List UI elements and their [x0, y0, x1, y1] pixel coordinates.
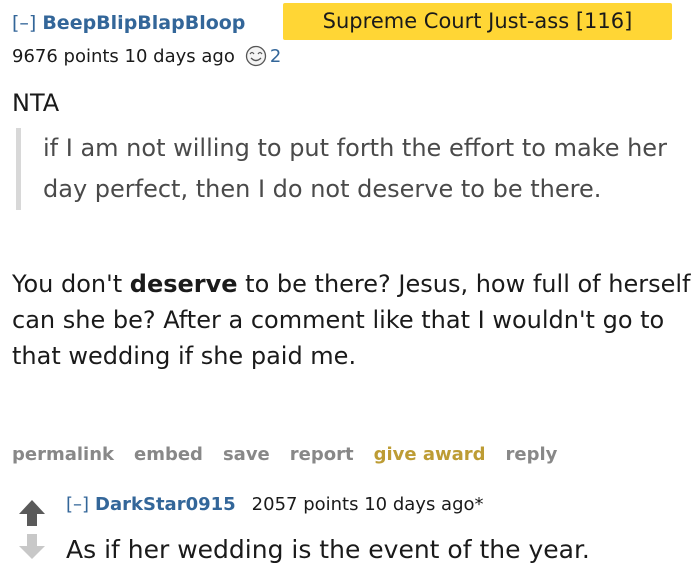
reply-author[interactable]: DarkStar0915	[95, 494, 236, 515]
reply-tagline: [–] DarkStar0915 2057 points 10 days ago…	[66, 494, 484, 515]
award-count[interactable]: 2	[270, 46, 281, 67]
blockquote: if I am not willing to put forth the eff…	[16, 128, 676, 210]
comment-author[interactable]: BeepBlipBlapBloop	[42, 12, 245, 34]
award-face-icon[interactable]	[245, 45, 267, 67]
comment-body: You don't deserve to be there? Jesus, ho…	[12, 266, 700, 374]
collapse-toggle[interactable]: [–]	[12, 12, 36, 34]
vote-arrows	[17, 498, 47, 564]
reply-comment: [–] DarkStar0915 2057 points 10 days ago…	[0, 490, 700, 575]
embed-link[interactable]: embed	[134, 444, 203, 465]
user-flair: Supreme Court Just-ass [116]	[283, 3, 672, 40]
permalink-link[interactable]: permalink	[12, 444, 114, 465]
comment-tagline: [–] BeepBlipBlapBloop	[12, 8, 245, 38]
comment-opening: NTA	[12, 89, 60, 117]
give-award-link[interactable]: give award	[374, 444, 486, 465]
body-bold-word: deserve	[129, 270, 238, 298]
comment-meta: 9676 points 10 days ago 2	[12, 44, 281, 68]
reply-collapse-toggle[interactable]: [–]	[66, 494, 89, 515]
score-and-age: 9676 points 10 days ago	[12, 45, 235, 67]
save-link[interactable]: save	[223, 444, 270, 465]
upvote-arrow-icon[interactable]	[19, 500, 45, 526]
reply-score-and-age: 2057 points 10 days ago*	[251, 494, 484, 515]
reply-body: As if her wedding is the event of the ye…	[66, 535, 590, 564]
report-link[interactable]: report	[290, 444, 354, 465]
downvote-arrow-icon[interactable]	[19, 534, 45, 559]
comment-actions: permalink embed save report give award r…	[12, 444, 557, 465]
reply-link[interactable]: reply	[506, 444, 558, 465]
body-text-1: You don't	[12, 270, 130, 298]
